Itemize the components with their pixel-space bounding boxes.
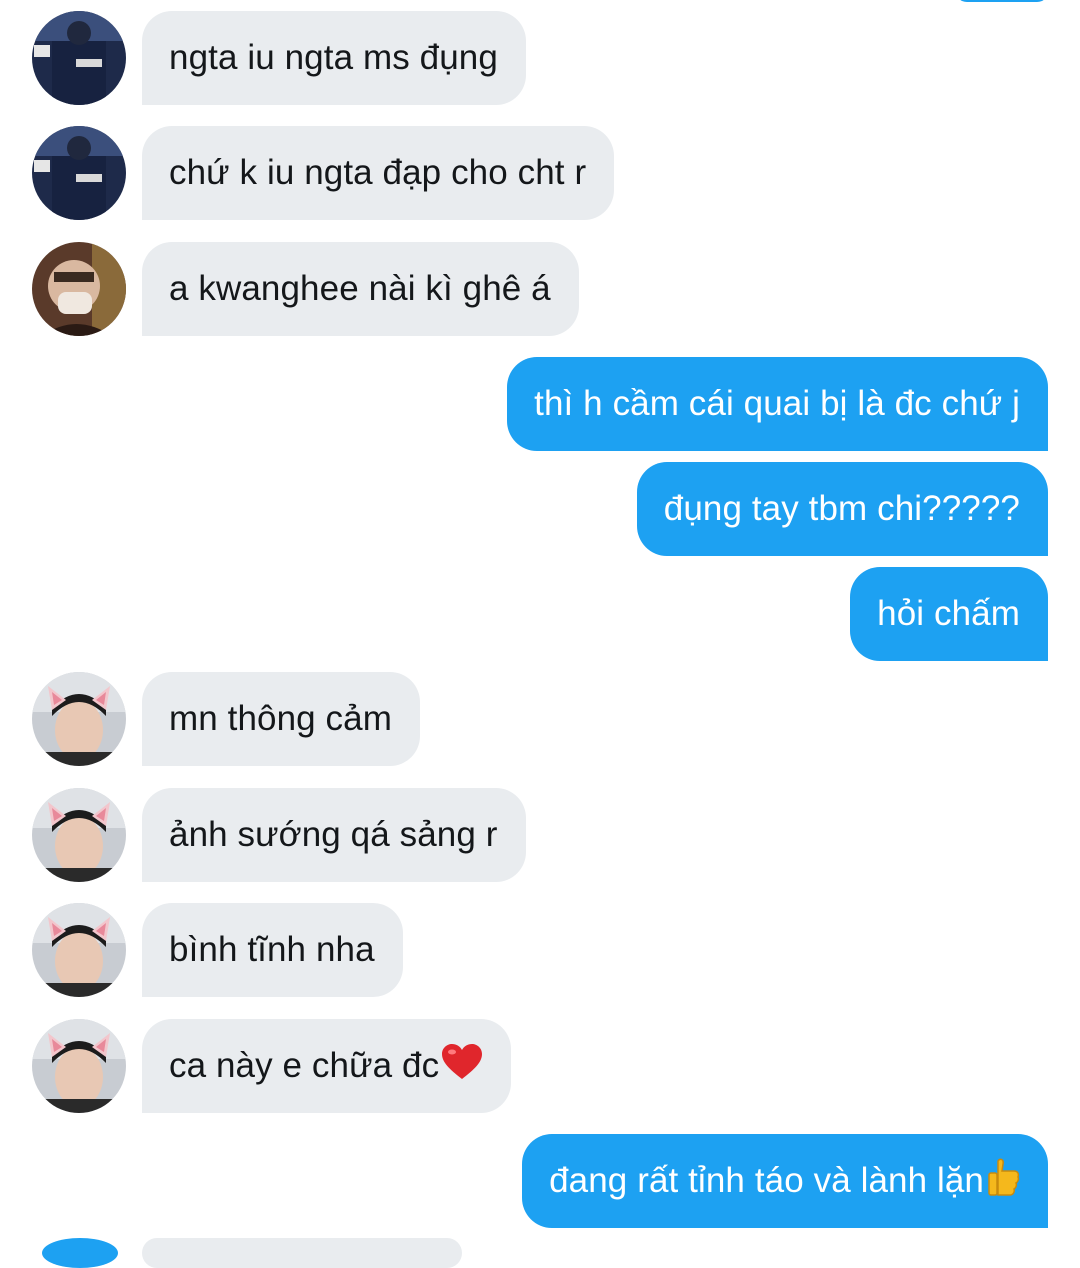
message-text: a kwanghee nài kì ghê á [169,269,551,308]
outgoing-message-bubble[interactable]: hỏi chấm [850,567,1048,661]
rascal-jacket-avatar[interactable] [32,126,126,220]
incoming-message-bubble[interactable]: mn thông cảm [142,672,420,766]
cat-ears-avatar[interactable] [32,672,126,766]
cut-off-incoming-bubble[interactable] [142,1238,462,1268]
cat-ears-avatar[interactable] [32,903,126,997]
message-text: chứ k iu ngta đạp cho cht r [169,153,587,192]
outgoing-bubble-fragment [955,0,1049,2]
message-text: đụng tay tbm chi????? [663,489,1020,528]
cut-off-avatar[interactable] [42,1238,118,1268]
incoming-message-bubble[interactable]: bình tĩnh nha [142,903,403,997]
incoming-message-bubble[interactable]: ngta iu ngta ms đụng [142,11,526,105]
message-text: thì h cầm cái quai bị là đc chứ j [534,384,1020,423]
outgoing-message-bubble[interactable]: thì h cầm cái quai bị là đc chứ j [507,357,1048,451]
cat-ears-avatar[interactable] [32,1019,126,1113]
incoming-message-bubble[interactable]: a kwanghee nài kì ghê á [142,242,579,336]
message-text: mn thông cảm [169,699,392,738]
incoming-message-bubble[interactable]: chứ k iu ngta đạp cho cht r [142,126,615,220]
message-text: bình tĩnh nha [169,930,375,969]
message-text: ngta iu ngta ms đụng [169,38,498,77]
outgoing-message-bubble[interactable]: đụng tay tbm chi????? [636,462,1048,556]
masked-person-avatar[interactable] [32,242,126,336]
message-text: ca này e chữa đc [169,1046,440,1085]
thumbs-up-emoji-icon [986,1157,1020,1206]
outgoing-message-bubble[interactable]: đang rất tỉnh táo và lành lặn [522,1134,1048,1228]
heart-emoji-icon [441,1043,483,1090]
rascal-jacket-avatar[interactable] [32,11,126,105]
incoming-message-bubble[interactable]: ca này e chữa đc [142,1019,512,1113]
message-text: ảnh sướng qá sảng r [169,815,498,854]
cat-ears-avatar[interactable] [32,788,126,882]
message-text: hỏi chấm [877,594,1020,633]
message-text: đang rất tỉnh táo và lành lặn [549,1161,984,1200]
incoming-message-bubble[interactable]: ảnh sướng qá sảng r [142,788,526,882]
